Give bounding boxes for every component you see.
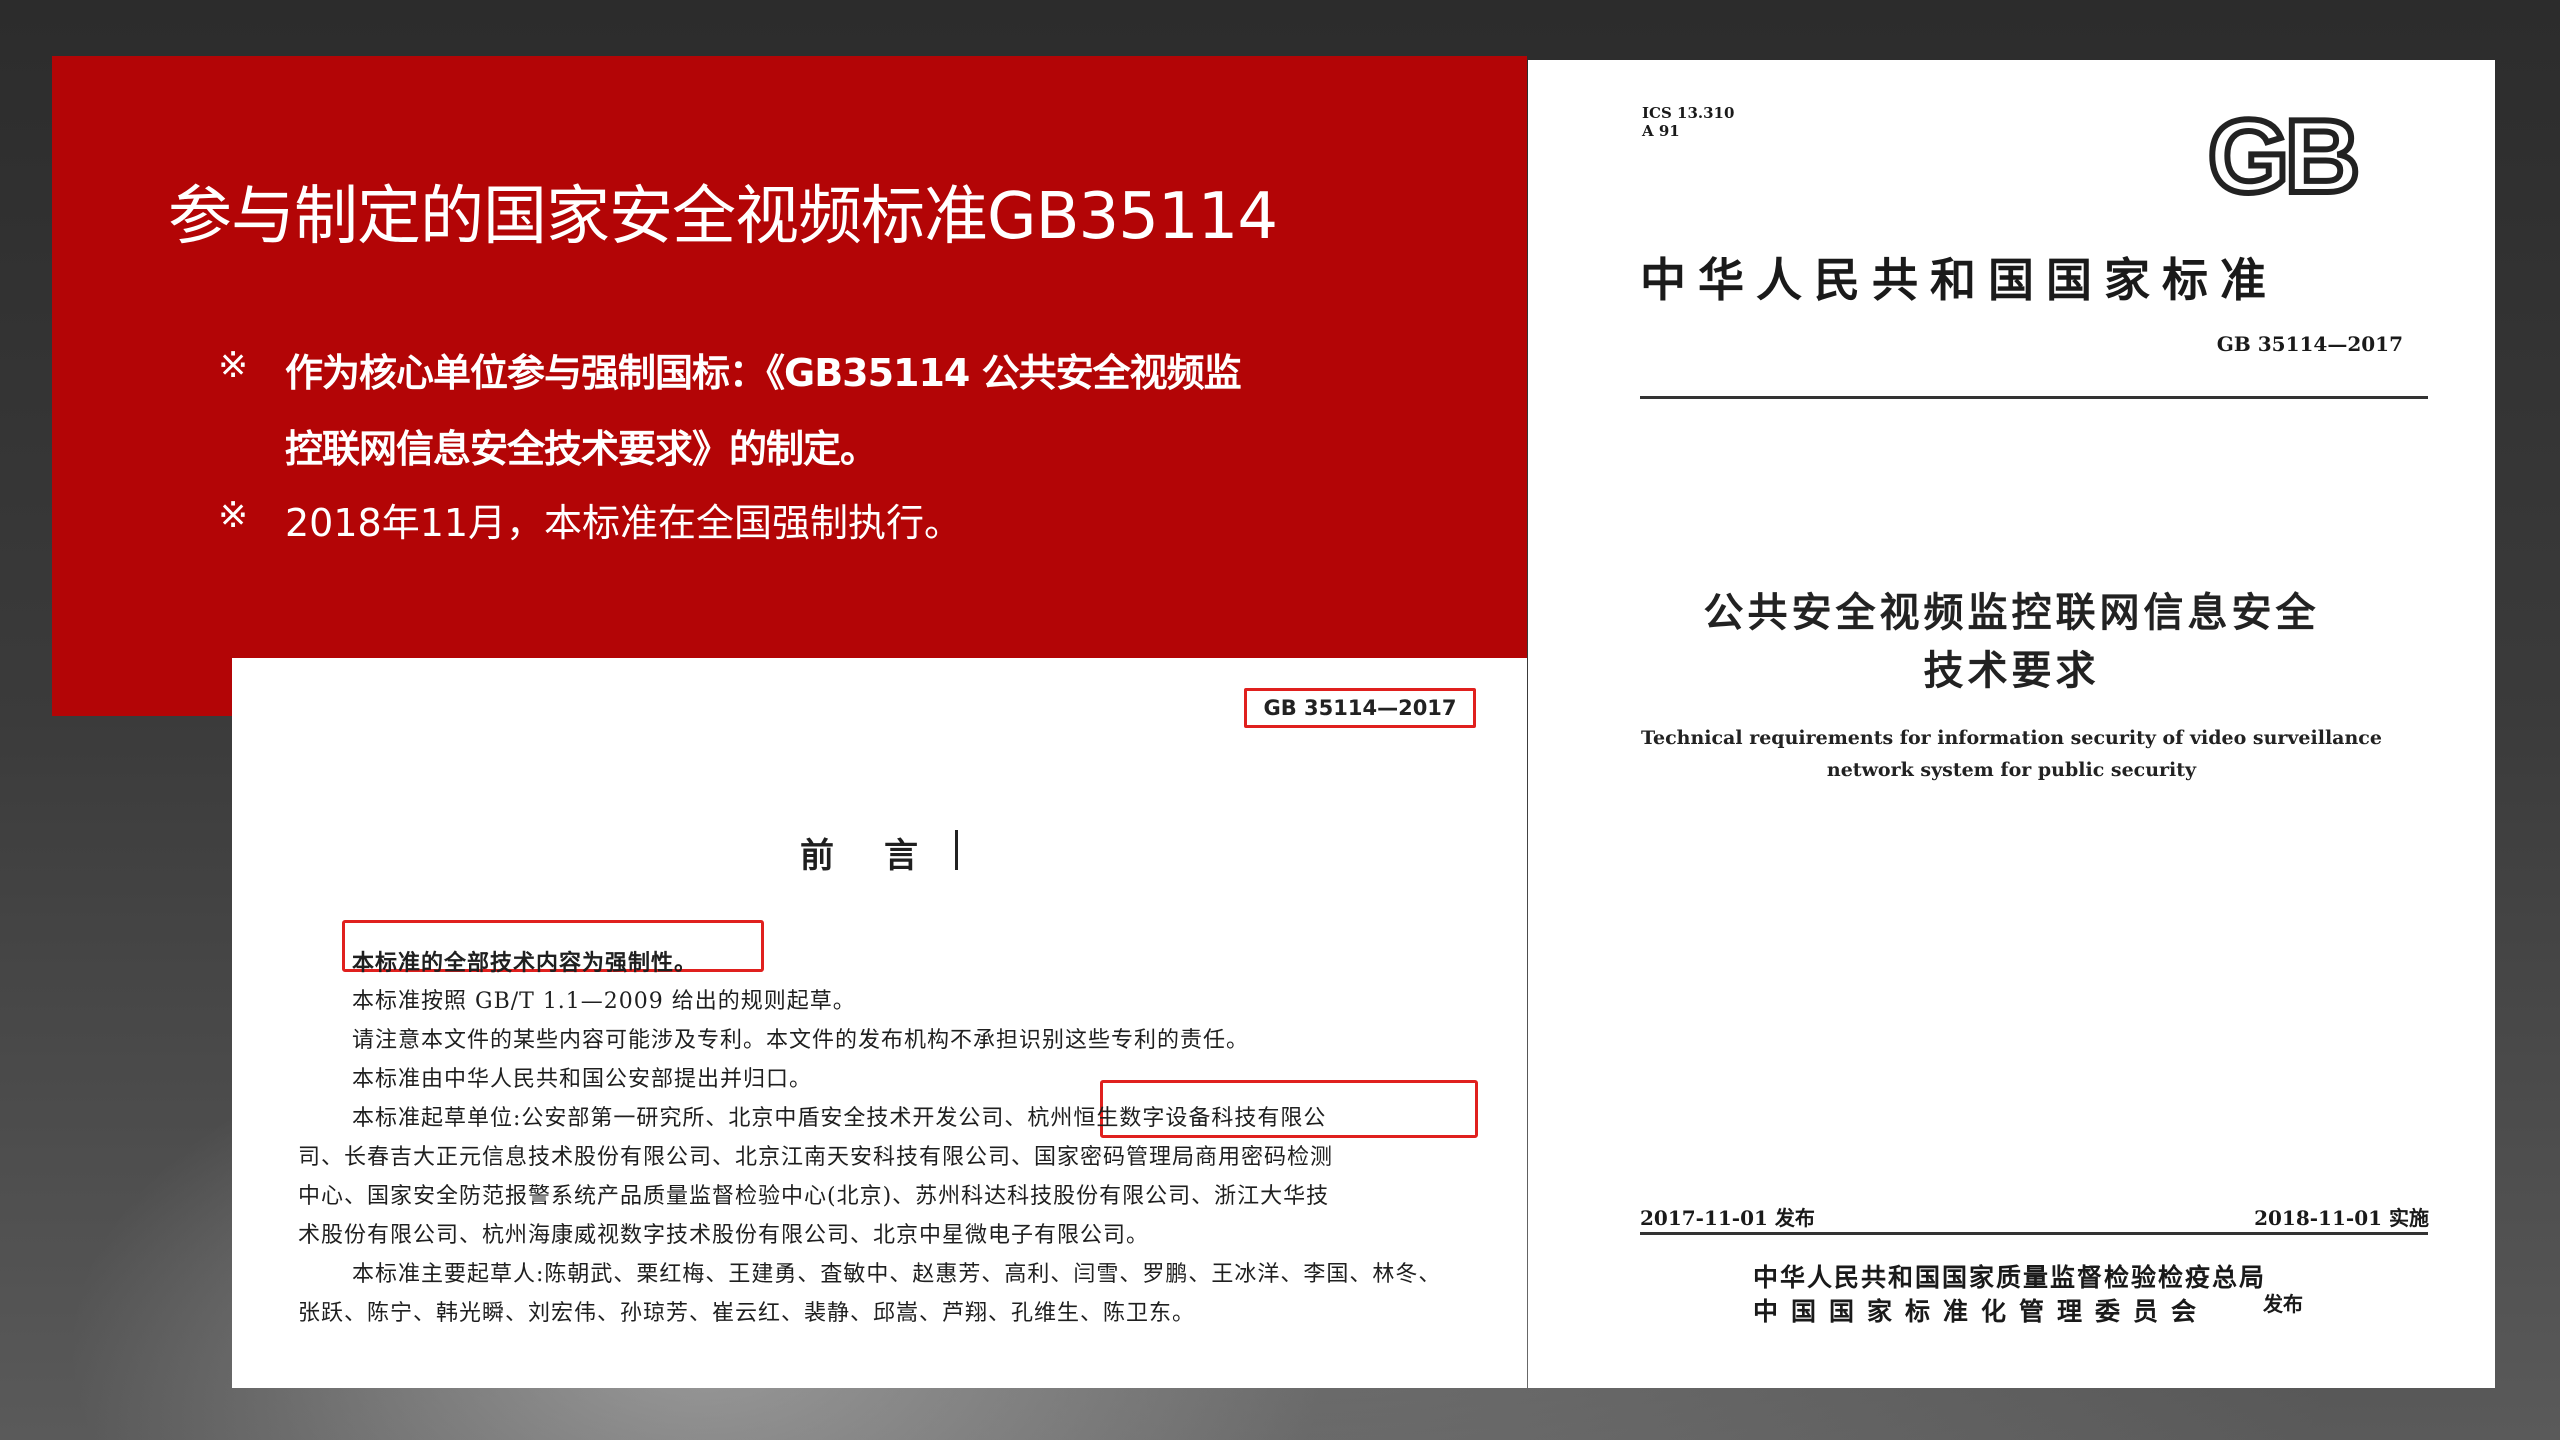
text-cursor (955, 830, 958, 870)
bullet-2-line-1: 2018年11月，本标准在全国强制执行。 (285, 501, 963, 545)
ccs-number: A 91 (1642, 122, 1680, 140)
foreword-heading: 前言 (800, 836, 968, 876)
foreword-line: 本标准按照 GB/T 1.1—2009 给出的规则起草。 (352, 989, 856, 1014)
effective-date: 2018-11-01 实施 (2254, 1206, 2429, 1230)
gb-logo-icon: GB (2205, 108, 2363, 208)
foreword-line: 张跃、陈宁、韩光瞬、刘宏伟、孙琼芳、崔云红、裴静、邱嵩、芦翔、孔维生、陈卫东。 (298, 1301, 1196, 1326)
foreword-line: 本标准主要起草人:陈朝武、栗红梅、王建勇、査敏中、赵惠芳、高利、闫雪、罗鹏、王冰… (352, 1262, 1442, 1287)
foreword-page: GB 35114—2017 前言 本标准的全部技术内容为强制性。 本标准按照 G… (232, 658, 1527, 1388)
cover-title-en-line-1: Technical requirements for information s… (1641, 727, 2382, 749)
foreword-line: 司、长春吉大正元信息技术股份有限公司、北京江南天安科技有限公司、国家密码管理局商… (298, 1145, 1334, 1170)
bullet-mark-2: ※ (218, 495, 249, 536)
issuer-line-2: 中国国家标准化管理委员会 (1753, 1297, 2210, 1326)
cover-top-rule (1640, 396, 2428, 399)
foreword-line: 请注意本文件的某些内容可能涉及专利。本文件的发布机构不承担识别这些专利的责任。 (352, 1028, 1250, 1053)
release-date: 2017-11-01 发布 (1640, 1206, 1815, 1230)
ics-number: ICS 13.310 (1642, 104, 1735, 122)
bullet-1-line-2: 控联网信息安全技术要求》的制定。 (285, 427, 878, 471)
foreword-line: 本标准由中华人民共和国公安部提出并归口。 (352, 1067, 813, 1092)
standard-code: GB 35114—2017 (2216, 332, 2403, 356)
issuer-line-1: 中华人民共和国国家质量监督检验检疫总局 (1753, 1263, 2267, 1292)
standard-cover-page: ICS 13.310 A 91 GB 中华人民共和国国家标准 GB 35114—… (1528, 60, 2495, 1388)
foreword-standard-code: GB 35114—2017 (1244, 688, 1476, 728)
publish-label: 发布 (2263, 1292, 2303, 1316)
cover-bottom-rule (1640, 1232, 2428, 1235)
cover-title-cn-line-1: 公共安全视频监控联网信息安全 (1703, 590, 2320, 636)
bullet-1-line-1: 作为核心单位参与强制国标：《GB35114 公共安全视频监 (285, 351, 1242, 395)
cover-title-en-line-2: network system for public security (1826, 759, 2197, 781)
foreword-line: 术股份有限公司、杭州海康威视数字技术股份有限公司、北京中星微电子有限公司。 (298, 1223, 1150, 1248)
foreword-line: 本标准的全部技术内容为强制性。 (352, 951, 698, 976)
national-standard-label: 中华人民共和国国家标准 (1640, 253, 2278, 307)
slide-title: 参与制定的国家安全视频标准GB35114 (168, 180, 1278, 254)
ics-code: ICS 13.310 A 91 (1642, 104, 1734, 140)
foreword-line: 本标准起草单位:公安部第一研究所、北京中盾安全技术开发公司、杭州恒生数字设备科技… (352, 1106, 1327, 1131)
foreword-line: 中心、国家安全防范报警系统产品质量监督检验中心(北京)、苏州科达科技股份有限公司… (298, 1184, 1330, 1209)
bullet-mark-1: ※ (218, 345, 249, 386)
gb-logo-text: GB (2208, 108, 2356, 208)
cover-title-cn-line-2: 技术要求 (1923, 648, 2100, 694)
